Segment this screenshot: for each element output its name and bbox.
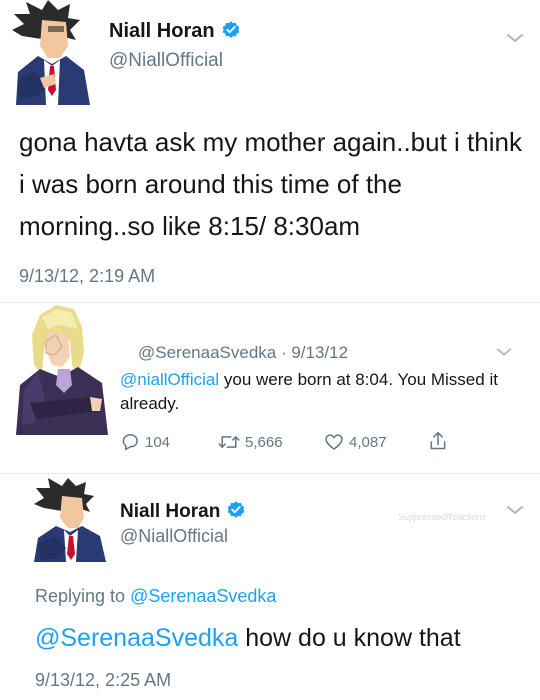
author-avatar[interactable] xyxy=(8,0,96,105)
replying-to-prefix: Replying to xyxy=(35,586,131,606)
tweet-text: @SerenaaSvedka how do u know that xyxy=(35,624,461,653)
reply-author-avatar[interactable] xyxy=(12,305,116,435)
reply-icon xyxy=(122,434,138,451)
author-avatar[interactable] xyxy=(32,478,114,562)
reply-button[interactable]: 104 xyxy=(120,432,170,452)
author-handle[interactable]: @NiallOfficial xyxy=(120,526,228,547)
author-name[interactable]: Niall Horan xyxy=(109,20,241,43)
like-count: 4,087 xyxy=(349,433,387,451)
heart-icon xyxy=(325,434,343,450)
watermark: SuppressedReactions xyxy=(398,512,487,522)
reply-count: 104 xyxy=(145,433,171,451)
chevron-down-icon[interactable] xyxy=(506,32,524,44)
share-icon xyxy=(430,431,446,450)
divider xyxy=(0,302,540,303)
tweet-text: gona havta ask my mother again..but i th… xyxy=(19,127,522,241)
author-name[interactable]: Niall Horan xyxy=(120,500,246,523)
retweet-count: 5,666 xyxy=(245,433,283,451)
reply-text: @niallOfficial you were born at 8:04. Yo… xyxy=(120,368,515,416)
share-button[interactable] xyxy=(428,430,453,452)
reply-author-handle[interactable]: @SerenaaSvedka xyxy=(138,343,276,362)
tweet-timestamp[interactable]: 9/13/12, 2:25 AM xyxy=(35,670,171,691)
like-button[interactable]: 4,087 xyxy=(324,432,387,452)
replying-to-handle[interactable]: @SerenaaSvedka xyxy=(130,586,276,606)
reply-meta: @SerenaaSvedka · 9/13/12 xyxy=(120,343,348,363)
replying-to: Replying to @SerenaaSvedka xyxy=(35,586,276,607)
author-handle[interactable]: @NiallOfficial xyxy=(109,50,223,72)
author-name-text[interactable]: Niall Horan xyxy=(109,20,215,42)
tweet-timestamp[interactable]: 9/13/12, 2:19 AM xyxy=(19,266,155,287)
thread-moon-icon xyxy=(123,346,129,358)
chevron-down-icon[interactable] xyxy=(496,346,512,358)
mention-link[interactable]: @SerenaaSvedka xyxy=(35,624,238,652)
verified-badge-icon xyxy=(227,501,245,518)
tweet-text-body: how do u know that xyxy=(238,624,461,652)
retweet-icon xyxy=(218,436,240,448)
verified-badge-icon xyxy=(222,21,239,38)
divider xyxy=(0,473,540,474)
mention-link[interactable]: @niallOfficial xyxy=(120,370,219,389)
author-name-text[interactable]: Niall Horan xyxy=(120,501,220,522)
retweet-button[interactable]: 5,666 xyxy=(218,432,283,452)
chevron-down-icon[interactable] xyxy=(506,504,524,516)
reply-date[interactable]: 9/13/12 xyxy=(291,343,348,362)
